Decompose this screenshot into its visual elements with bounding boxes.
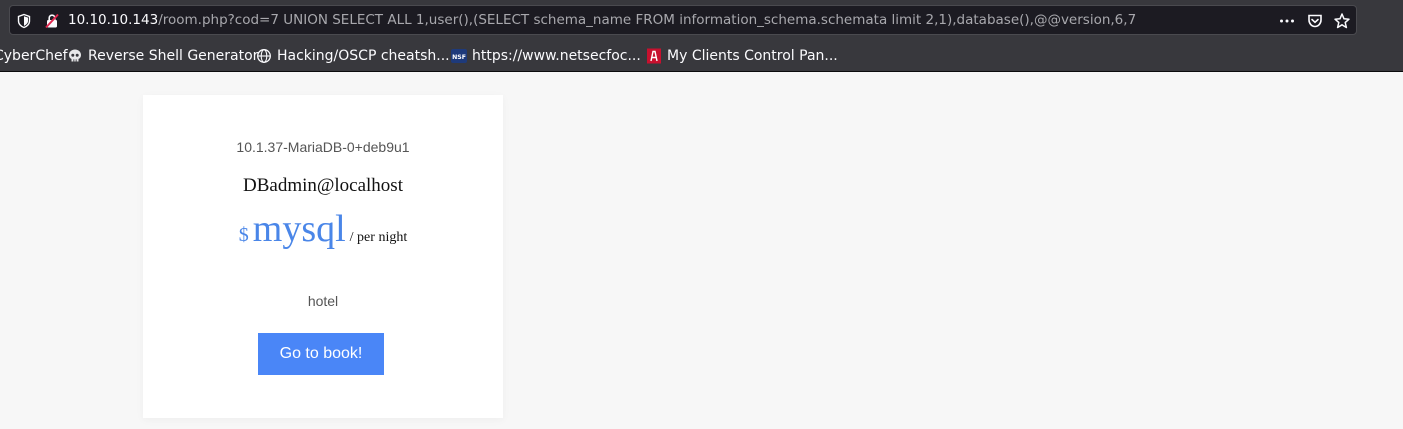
tracking-shield-icon[interactable] (16, 13, 32, 29)
bookmark-label: https://www.netsecfoc... (472, 48, 641, 64)
room-price: $ mysql / per night (143, 207, 503, 251)
price-per-night: / per night (349, 230, 408, 245)
bookmark-netsecfocus[interactable]: NSF https://www.netsecfoc... (451, 47, 641, 65)
book-button[interactable]: Go to book! (258, 333, 384, 375)
room-card: 10.1.37-MariaDB-0+deb9u1 DBadmin@localho… (143, 95, 503, 418)
red-logo-icon (647, 48, 661, 64)
url-path: /room.php?cod=7 UNION SELECT ALL 1,user(… (158, 12, 1137, 28)
url-text[interactable]: 10.10.10.143/room.php?cod=7 UNION SELECT… (68, 12, 1136, 28)
room-title: DBadmin@localhost (243, 175, 403, 196)
url-host: 10.10.10.143 (68, 12, 159, 28)
insecure-lock-icon[interactable] (44, 13, 60, 29)
nsf-icon: NSF (451, 49, 467, 63)
url-bar[interactable]: 10.10.10.143/room.php?cod=7 UNION SELECT… (9, 5, 1357, 35)
room-category: hotel (307, 293, 339, 309)
price-currency: $ (238, 224, 249, 246)
bookmark-label: My Clients Control Pan... (667, 48, 838, 64)
globe-icon (257, 49, 271, 63)
bookmark-label: CyberChef (0, 48, 68, 64)
svg-text:NSF: NSF (452, 54, 466, 61)
bookmark-cyberchef[interactable]: CyberChef (0, 47, 68, 65)
bookmark-label: Reverse Shell Generator (88, 48, 259, 64)
chrome-divider (0, 71, 1403, 72)
bookmarks-toolbar: CyberChef Reverse Shell Generator Hackin… (0, 40, 1403, 71)
browser-chrome: 10.10.10.143/room.php?cod=7 UNION SELECT… (0, 0, 1403, 72)
bookmark-hacking-oscp[interactable]: Hacking/OSCP cheatsh... (256, 47, 450, 65)
more-actions-icon[interactable] (1278, 12, 1296, 30)
bookmark-label: Hacking/OSCP cheatsh... (277, 48, 450, 64)
skull-icon (69, 49, 81, 62)
room-version: 10.1.37-MariaDB-0+deb9u1 (236, 139, 410, 155)
pocket-icon[interactable] (1306, 12, 1324, 30)
bookmark-star-icon[interactable] (1333, 12, 1351, 30)
bookmark-clients-control-panel[interactable]: My Clients Control Pan... (646, 47, 838, 65)
bookmark-reverse-shell-generator[interactable]: Reverse Shell Generator (67, 47, 258, 65)
price-amount: mysql (252, 208, 346, 250)
